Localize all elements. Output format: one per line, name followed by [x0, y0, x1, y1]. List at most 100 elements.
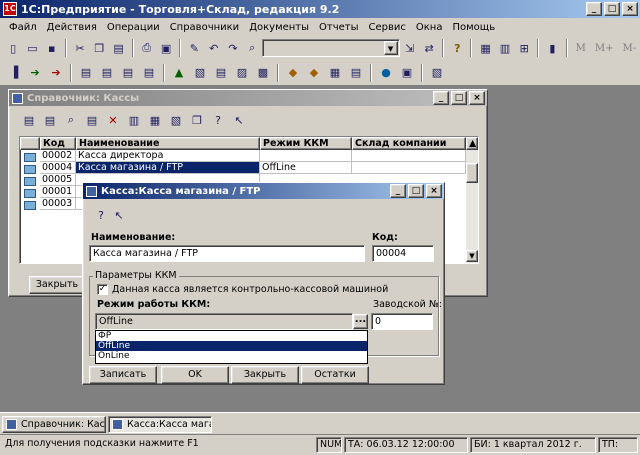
income-icon[interactable]: ➔ — [25, 63, 45, 83]
kkm-checkbox[interactable]: ✓ — [97, 284, 108, 295]
dropdown-option-online[interactable]: OnLine — [96, 351, 367, 361]
table-cell[interactable] — [260, 150, 352, 162]
menu-catalogs[interactable]: Справочники — [165, 22, 245, 33]
menu-documents[interactable]: Документы — [244, 22, 314, 33]
col-warehouse-header[interactable]: Склад компании — [352, 137, 466, 150]
find-icon[interactable]: ⌕ — [243, 38, 261, 58]
warehouse-icon[interactable]: ▲ — [169, 63, 189, 83]
menu-reports[interactable]: Отчеты — [314, 22, 363, 33]
kassa-minimize-button[interactable]: _ — [390, 184, 406, 198]
globe-icon[interactable]: ● — [376, 63, 396, 83]
table-row[interactable]: 00003 — [40, 198, 76, 210]
code-field[interactable]: 00004 — [372, 245, 434, 262]
print-icon[interactable]: ⎙ — [138, 38, 156, 58]
journal-icon[interactable]: ▐ — [4, 63, 24, 83]
undo-icon[interactable]: ↶ — [205, 38, 223, 58]
serial-field[interactable]: 0 — [371, 313, 433, 330]
card-icon[interactable]: ▨ — [232, 63, 252, 83]
context-help-icon[interactable]: ↖ — [229, 110, 249, 130]
table-cell-selected[interactable]: Касса магазина / FTP — [76, 162, 260, 174]
scroll-up-icon[interactable]: ▲ — [466, 137, 478, 150]
mode-field[interactable]: OffLine — [95, 313, 353, 330]
print-preview-icon[interactable]: ▣ — [157, 38, 175, 58]
kassa-context-help-icon[interactable]: ↖ — [109, 205, 129, 225]
save-button[interactable]: Записать — [89, 366, 157, 384]
invoice-icon[interactable]: ▤ — [76, 63, 96, 83]
delete-icon[interactable]: ✕ — [103, 110, 123, 130]
find-next-icon[interactable]: ⇲ — [401, 38, 419, 58]
help-icon[interactable]: ? — [448, 38, 466, 58]
goods-icon[interactable]: ◆ — [304, 63, 324, 83]
catalog-maximize-button[interactable]: □ — [451, 91, 467, 105]
catalog-help-icon[interactable]: ? — [208, 110, 228, 130]
ok-button[interactable]: OK — [161, 366, 229, 384]
table-row[interactable]: 00001 — [40, 186, 76, 198]
maximize-button[interactable]: □ — [604, 2, 620, 16]
mode-dropdown-list[interactable]: ФР OffLine OnLine — [95, 330, 368, 364]
tools-icon[interactable]: ▧ — [427, 63, 447, 83]
copy-row-icon[interactable]: ❐ — [187, 110, 207, 130]
close-button[interactable]: × — [622, 2, 638, 16]
refresh-icon[interactable]: ▧ — [166, 110, 186, 130]
cut-icon[interactable]: ✂ — [71, 38, 89, 58]
book-icon[interactable]: ▮ — [543, 38, 561, 58]
filter-icon[interactable]: ▥ — [124, 110, 144, 130]
table-row[interactable]: 00002 — [40, 150, 76, 162]
menu-actions[interactable]: Действия — [42, 22, 102, 33]
close-button[interactable]: Закрыть — [231, 366, 299, 384]
memory-button[interactable]: M — [572, 43, 590, 54]
replace-icon[interactable]: ⇄ — [420, 38, 438, 58]
col-name-header[interactable]: Наименование — [76, 137, 260, 150]
col-mode-header[interactable]: Режим ККМ — [260, 137, 352, 150]
table-cell[interactable]: Касса директора — [76, 150, 260, 162]
scroll-down-icon[interactable]: ▼ — [466, 250, 478, 262]
task-kassa[interactable]: Касса:Касса магаз... — [108, 416, 212, 433]
chevron-down-icon[interactable]: ▼ — [383, 41, 398, 55]
kassa-close-button[interactable]: × — [426, 184, 442, 198]
box-icon[interactable]: ◆ — [283, 63, 303, 83]
money-icon[interactable]: ▧ — [190, 63, 210, 83]
settings-icon[interactable]: ▣ — [397, 63, 417, 83]
sort-icon[interactable]: ▦ — [145, 110, 165, 130]
stock-icon[interactable]: ▩ — [253, 63, 273, 83]
outcome-icon[interactable]: ➔ — [46, 63, 66, 83]
menu-windows[interactable]: Окна — [411, 22, 448, 33]
report-icon[interactable]: ▤ — [118, 63, 138, 83]
add-group-icon[interactable]: ▤ — [40, 110, 60, 130]
memory-plus-button[interactable]: M+ — [591, 43, 618, 54]
minimize-button[interactable]: _ — [586, 2, 602, 16]
doc-icon[interactable]: ▤ — [139, 63, 159, 83]
edit-row-icon[interactable]: ▤ — [82, 110, 102, 130]
table-row[interactable]: 00004 — [40, 162, 76, 174]
account-icon[interactable]: ▤ — [97, 63, 117, 83]
menu-service[interactable]: Сервис — [364, 22, 411, 33]
calculator-icon[interactable]: ▦ — [476, 38, 494, 58]
calendar-icon[interactable]: ▥ — [496, 38, 514, 58]
dropdown-option-offline[interactable]: OffLine — [96, 341, 367, 351]
stock-button[interactable]: Остатки — [301, 366, 369, 384]
scrollbar-thumb[interactable] — [466, 163, 478, 183]
name-field[interactable]: Касса магазина / FTP — [89, 245, 365, 262]
menu-help[interactable]: Помощь — [447, 22, 500, 33]
task-kassy[interactable]: Справочник: Кассы — [2, 416, 106, 433]
price-icon[interactable]: ▦ — [325, 63, 345, 83]
menu-operations[interactable]: Операции — [102, 22, 165, 33]
catalog-close-button[interactable]: × — [469, 91, 485, 105]
paste-icon[interactable]: ▤ — [109, 38, 127, 58]
kassa-help-icon[interactable]: ? — [91, 205, 111, 225]
mode-select-button[interactable]: ... — [353, 314, 368, 329]
kassa-maximize-button[interactable]: □ — [408, 184, 424, 198]
table-cell[interactable]: OffLine — [260, 162, 352, 174]
edit-icon[interactable]: ✎ — [185, 38, 203, 58]
list-icon[interactable]: ▤ — [211, 63, 231, 83]
save-icon[interactable]: ▪ — [43, 38, 61, 58]
table-row[interactable]: 00005 — [40, 174, 76, 186]
menu-file[interactable]: Файл — [4, 22, 42, 33]
copy-icon[interactable]: ❐ — [90, 38, 108, 58]
redo-icon[interactable]: ↷ — [224, 38, 242, 58]
memory-minus-button[interactable]: M- — [618, 43, 640, 54]
search-combo[interactable]: ▼ — [262, 39, 400, 57]
open-folder-icon[interactable]: ▭ — [23, 38, 41, 58]
tree-icon[interactable]: ⊞ — [515, 38, 533, 58]
catalog-close-window-button[interactable]: Закрыть — [29, 276, 85, 294]
